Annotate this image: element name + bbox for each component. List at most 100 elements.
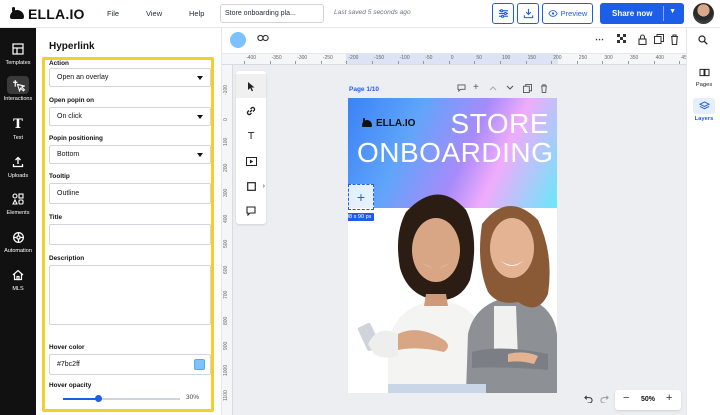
ruler-tick xyxy=(551,61,553,64)
share-label: Share now xyxy=(612,9,653,18)
open-popin-select[interactable]: On click xyxy=(49,107,211,126)
ruler-tick-label: 250 xyxy=(578,55,588,61)
comment-icon[interactable] xyxy=(457,84,466,94)
hover-opacity-slider[interactable] xyxy=(63,395,180,402)
tab-layers[interactable]: Layers xyxy=(687,94,720,128)
tooltip-input[interactable]: Outline xyxy=(49,183,211,204)
search-icon[interactable] xyxy=(698,35,708,48)
lock-icon[interactable] xyxy=(638,34,647,47)
sidebar-item-interactions[interactable]: Interactions xyxy=(0,72,36,108)
menu-help[interactable]: Help xyxy=(189,9,204,18)
popin-position-label: Popin positioning xyxy=(49,135,103,142)
popin-position-select[interactable]: Bottom xyxy=(49,145,211,164)
duplicate-icon[interactable] xyxy=(523,84,532,95)
popin-position-value: Bottom xyxy=(57,151,80,158)
link-tool[interactable] xyxy=(236,99,266,123)
menu-file[interactable]: File xyxy=(107,9,119,18)
shape-tool[interactable]: › xyxy=(236,174,266,198)
tab-pages[interactable]: Pages xyxy=(687,60,720,94)
sidebar-item-templates[interactable]: Templates xyxy=(0,36,36,72)
ruler-tick-label: -150 xyxy=(374,55,385,61)
description-textarea[interactable] xyxy=(49,265,211,325)
share-divider xyxy=(663,6,664,21)
ruler-tick xyxy=(269,61,271,64)
video-tool[interactable] xyxy=(236,149,266,173)
tooltip-label: Tooltip xyxy=(49,173,70,180)
fill-color-picker[interactable] xyxy=(230,32,246,48)
hover-color-input[interactable]: #7bc2ff xyxy=(49,354,211,375)
sidebar-item-uploads[interactable]: Uploads xyxy=(0,149,36,185)
ruler-tick-label: 200 xyxy=(553,55,562,61)
text-icon: T xyxy=(247,130,255,142)
trash-icon[interactable] xyxy=(540,84,548,95)
action-select[interactable]: Open an overlay xyxy=(49,68,211,87)
app-logo[interactable]: ELLA.IO xyxy=(10,6,85,22)
menu-view[interactable]: View xyxy=(146,9,162,18)
zoom-level[interactable]: 50% xyxy=(641,396,655,403)
selected-element-add-icon[interactable]: + xyxy=(348,184,374,210)
action-value: Open an overlay xyxy=(57,74,109,81)
settings-sliders-button[interactable] xyxy=(492,3,514,24)
logo-text: ELLA.IO xyxy=(28,6,85,22)
ruler-tick-label: 0 xyxy=(450,55,454,61)
ruler-tick-label: -100 xyxy=(399,55,410,61)
hover-color-label: Hover color xyxy=(49,344,85,351)
chevron-down-icon[interactable]: ▼ xyxy=(669,8,676,15)
title-label: Title xyxy=(49,214,63,221)
tool-strip: T › xyxy=(236,71,266,224)
description-label: Description xyxy=(49,255,85,262)
design-page[interactable]: ELLA.IO STORE ONBOARDING + 98 x 90 px xyxy=(348,98,557,393)
tooltip-value: Outline xyxy=(57,190,80,197)
hyperlink-panel: Hyperlink Action Open an overlay Open po… xyxy=(36,28,222,415)
action-label: Action xyxy=(49,60,69,67)
trash-icon[interactable] xyxy=(670,34,679,47)
comment-tool[interactable] xyxy=(236,199,266,223)
user-avatar[interactable] xyxy=(693,3,714,24)
duplicate-icon[interactable] xyxy=(654,34,664,46)
sidebar-label: Templates xyxy=(5,60,31,66)
automation-icon xyxy=(7,228,29,246)
more-icon[interactable]: ⋯ xyxy=(595,34,604,45)
select-tool[interactable] xyxy=(236,74,266,98)
save-status: Last saved 5 seconds ago xyxy=(334,9,411,16)
link-icon[interactable] xyxy=(257,34,269,45)
templates-icon xyxy=(7,40,29,58)
sidebar-item-automation[interactable]: Automation xyxy=(0,224,36,260)
hover-opacity-label: Hover opacity xyxy=(49,382,92,389)
title-input[interactable] xyxy=(49,224,211,245)
sidebar-label: Interactions xyxy=(3,96,33,102)
chevron-down-icon xyxy=(197,114,203,119)
zoom-in-button[interactable]: + xyxy=(666,392,672,404)
undo-icon[interactable] xyxy=(584,394,593,405)
sidebar-item-text[interactable]: T Text xyxy=(0,111,36,147)
sidebar-label: MLS xyxy=(12,286,24,292)
ruler-tick xyxy=(653,61,655,64)
preview-button[interactable]: Preview xyxy=(542,3,593,24)
banner-heading-line1[interactable]: STORE xyxy=(451,108,549,140)
chevron-down-icon[interactable] xyxy=(506,84,514,93)
chevron-up-icon[interactable] xyxy=(489,84,497,93)
ruler-tick-label: 300 xyxy=(604,55,613,61)
add-page-icon[interactable]: + xyxy=(473,82,479,93)
redo-icon[interactable] xyxy=(600,394,609,405)
ruler-tick xyxy=(448,61,450,64)
document-name-field[interactable]: Store onboarding pla... xyxy=(220,4,324,23)
sidebar-item-mls[interactable]: MLS xyxy=(0,262,36,298)
transparency-icon[interactable] xyxy=(617,34,627,46)
ruler-tick-label: 300 xyxy=(223,188,229,197)
download-button[interactable] xyxy=(517,3,539,24)
share-button[interactable]: Share now ▼ xyxy=(600,3,684,24)
text-tool[interactable]: T xyxy=(236,124,266,148)
sidebar-item-elements[interactable]: Elements xyxy=(0,186,36,222)
sidebar-label: Uploads xyxy=(7,173,29,179)
left-sidebar: Templates Interactions T Text Uploads El… xyxy=(0,28,36,415)
zoom-out-button[interactable]: − xyxy=(623,392,629,404)
photo-two-women[interactable] xyxy=(348,184,557,393)
ruler-tick xyxy=(423,61,425,64)
hover-color-swatch[interactable] xyxy=(194,359,205,370)
banner-heading-line2[interactable]: ONBOARDING xyxy=(357,137,553,169)
banner-logo-text: ELLA.IO xyxy=(376,118,416,129)
square-icon xyxy=(246,181,256,191)
upload-icon xyxy=(7,153,29,171)
canvas-area[interactable]: ⋯ -400 -350 -300 -250 -200 -150 -100 -50 0 50 100 1… xyxy=(222,28,686,415)
